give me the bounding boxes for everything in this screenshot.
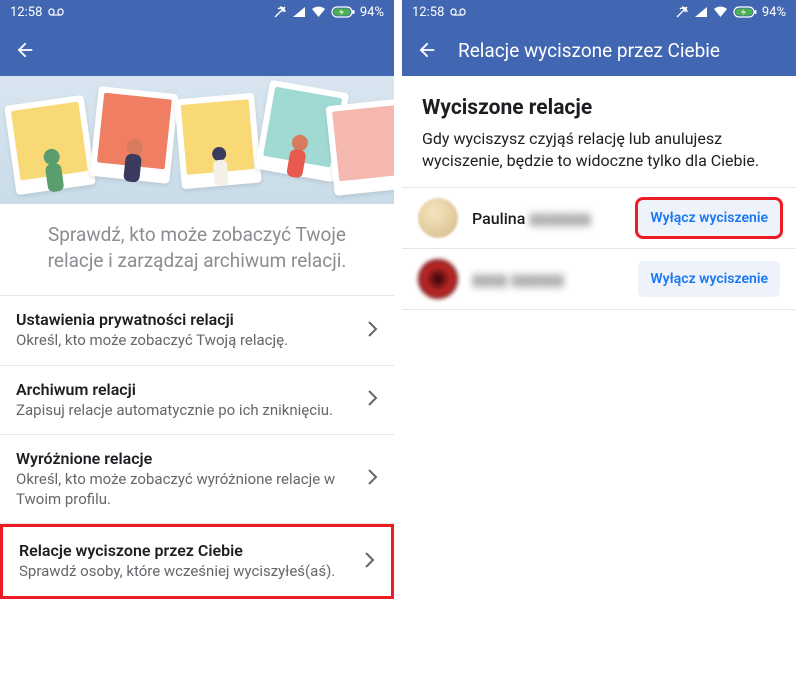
muted-user-row: Paulina ▮▮▮▮▮▮▮ Wyłącz wyciszenie	[402, 188, 796, 249]
muted-user-row: ▮▮▮▮ ▮▮▮▮▮▮ Wyłącz wyciszenie	[402, 249, 796, 310]
setting-desc: Określ, kto może zobaczyć Twoją relację.	[16, 331, 357, 351]
battery-icon	[331, 6, 355, 18]
setting-title: Archiwum relacji	[16, 380, 357, 399]
chevron-right-icon	[364, 551, 375, 573]
setting-desc: Określ, kto może zobaczyć wyróżnione rel…	[16, 470, 357, 509]
setting-desc: Zapisuj relacje automatycznie po ich zni…	[16, 401, 357, 421]
avatar[interactable]	[418, 259, 458, 299]
section-title: Wyciszone relacje	[422, 96, 776, 120]
setting-row-archive[interactable]: Archiwum relacji Zapisuj relacje automat…	[0, 366, 394, 436]
vibrate-icon	[273, 5, 287, 19]
status-time: 12:58	[412, 5, 444, 20]
setting-row-privacy[interactable]: Ustawienia prywatności relacji Określ, k…	[0, 296, 394, 366]
battery-percent: 94%	[762, 5, 786, 20]
setting-desc: Sprawdź osoby, które wcześniej wyciszyłe…	[19, 562, 354, 582]
battery-icon	[733, 6, 757, 18]
section-desc: Gdy wyciszysz czyjąś relację lub anuluje…	[422, 128, 776, 171]
section-header: Wyciszone relacje Gdy wyciszysz czyjąś r…	[402, 76, 796, 188]
signal-icon	[292, 6, 306, 18]
chevron-right-icon	[367, 468, 378, 490]
user-name: Paulina ▮▮▮▮▮▮▮	[472, 209, 624, 228]
app-bar-title: Relacje wyciszone przez Ciebie	[458, 39, 720, 62]
battery-percent: 94%	[360, 5, 384, 20]
setting-title: Wyróżnione relacje	[16, 449, 357, 468]
signal-icon	[694, 6, 708, 18]
setting-title: Ustawienia prywatności relacji	[16, 310, 357, 329]
hero-illustration	[0, 76, 394, 204]
wifi-icon	[713, 6, 728, 18]
phone-left-stories-settings: 12:58 94%	[0, 0, 394, 694]
intro-text: Sprawdź, kto może zobaczyć Twoje relacje…	[0, 204, 394, 296]
back-icon[interactable]	[14, 39, 36, 61]
wifi-icon	[311, 6, 326, 18]
back-icon[interactable]	[416, 39, 438, 61]
chevron-right-icon	[367, 389, 378, 411]
unmute-button[interactable]: Wyłącz wyciszenie	[638, 261, 780, 297]
voicemail-icon	[48, 7, 64, 17]
setting-title: Relacje wyciszone przez Ciebie	[19, 541, 354, 560]
setting-row-highlighted[interactable]: Wyróżnione relacje Określ, kto może zoba…	[0, 435, 394, 524]
app-bar: Relacje wyciszone przez Ciebie	[402, 24, 796, 76]
avatar[interactable]	[418, 198, 458, 238]
vibrate-icon	[675, 5, 689, 19]
phone-right-muted-stories: 12:58 94% Relacje wyciszone przez Ci	[402, 0, 796, 694]
chevron-right-icon	[367, 320, 378, 342]
unmute-button[interactable]: Wyłącz wyciszenie	[638, 200, 780, 236]
status-bar: 12:58 94%	[0, 0, 394, 24]
setting-row-muted[interactable]: Relacje wyciszone przez Ciebie Sprawdź o…	[0, 524, 394, 599]
app-bar	[0, 24, 394, 76]
user-name: ▮▮▮▮ ▮▮▮▮▮▮	[472, 270, 624, 289]
voicemail-icon	[450, 7, 466, 17]
status-bar: 12:58 94%	[402, 0, 796, 24]
status-time: 12:58	[10, 5, 42, 20]
